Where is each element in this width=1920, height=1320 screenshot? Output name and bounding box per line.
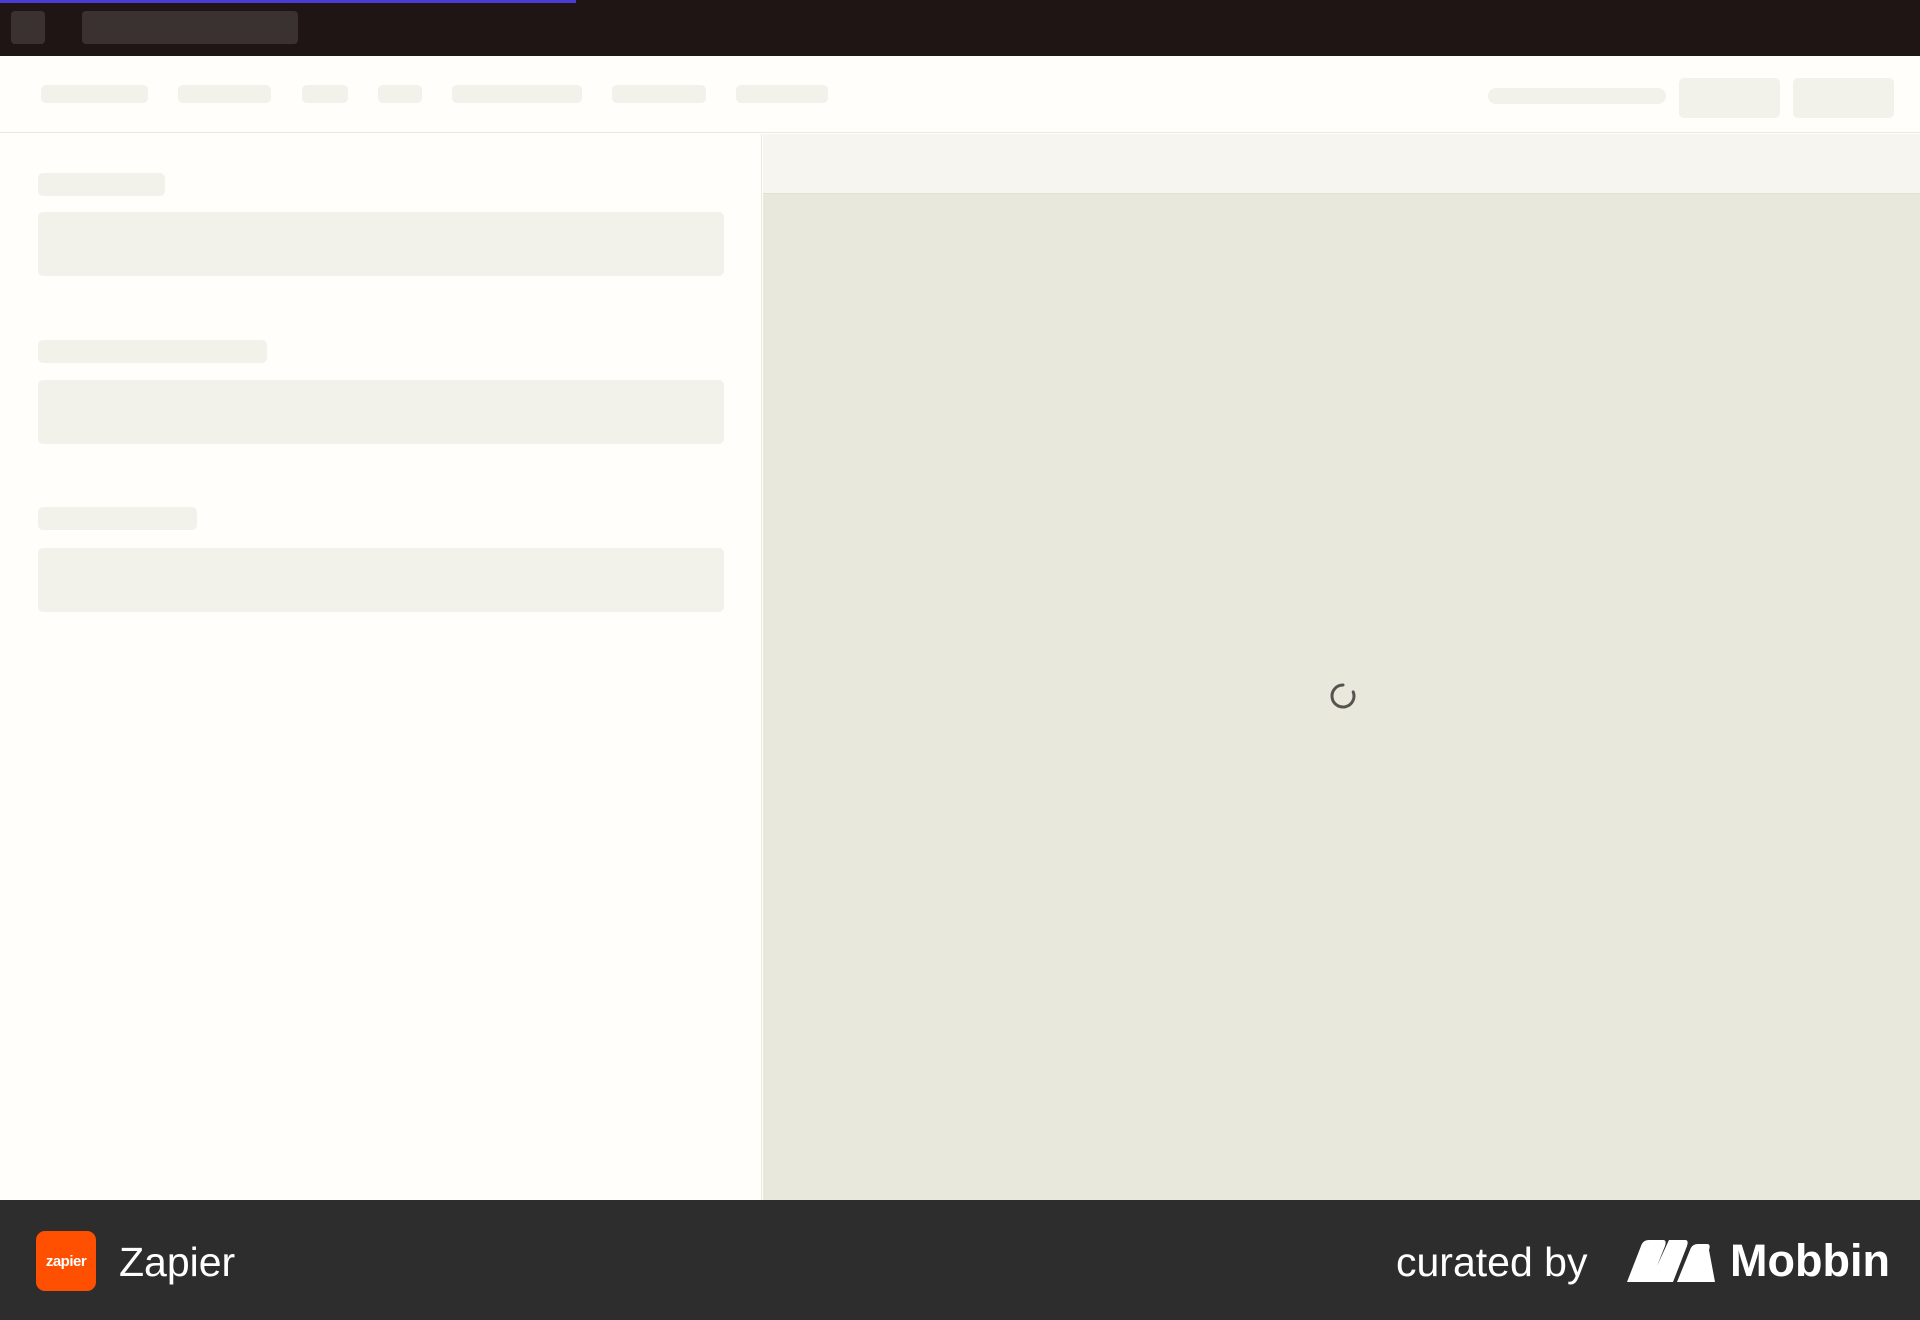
nav-tab-placeholder[interactable]: [452, 85, 582, 103]
workflow-title-placeholder[interactable]: [82, 11, 298, 44]
menu-button-placeholder[interactable]: [11, 11, 45, 44]
field-input-placeholder[interactable]: [38, 212, 724, 276]
nav-tab-placeholder[interactable]: [41, 85, 148, 103]
field-label-placeholder: [38, 507, 197, 530]
field-label-placeholder: [38, 173, 165, 196]
page-load-progress-bar: [0, 0, 576, 3]
workflow-canvas[interactable]: [763, 134, 1920, 1200]
nav-tab-placeholder[interactable]: [178, 85, 271, 103]
app-name: Zapier: [119, 1239, 236, 1285]
settings-panel: [0, 134, 762, 1200]
loading-spinner-icon: [1330, 683, 1356, 709]
curated-by-label: curated by: [1396, 1239, 1588, 1285]
publish-button-placeholder[interactable]: [1793, 78, 1894, 118]
action-button-placeholder[interactable]: [1679, 78, 1780, 118]
status-text-placeholder: [1488, 88, 1666, 104]
zapier-logo-icon: zapier: [36, 1231, 96, 1291]
field-input-placeholder[interactable]: [38, 548, 724, 612]
field-label-placeholder: [38, 340, 267, 363]
mobbin-brand-name: Mobbin: [1730, 1235, 1890, 1286]
nav-tab-placeholder[interactable]: [302, 85, 348, 103]
canvas-toolbar-placeholder: [763, 134, 1920, 194]
top-bar: [0, 0, 1920, 56]
nav-tab-placeholder[interactable]: [378, 85, 422, 103]
attribution-footer: zapier Zapier curated by Mobbin: [0, 1200, 1920, 1320]
editor-nav-bar: [0, 56, 1920, 133]
nav-tab-placeholder[interactable]: [736, 85, 828, 103]
mobbin-logo-icon: [1627, 1240, 1715, 1282]
field-input-placeholder[interactable]: [38, 380, 724, 444]
nav-tab-placeholder[interactable]: [612, 85, 706, 103]
